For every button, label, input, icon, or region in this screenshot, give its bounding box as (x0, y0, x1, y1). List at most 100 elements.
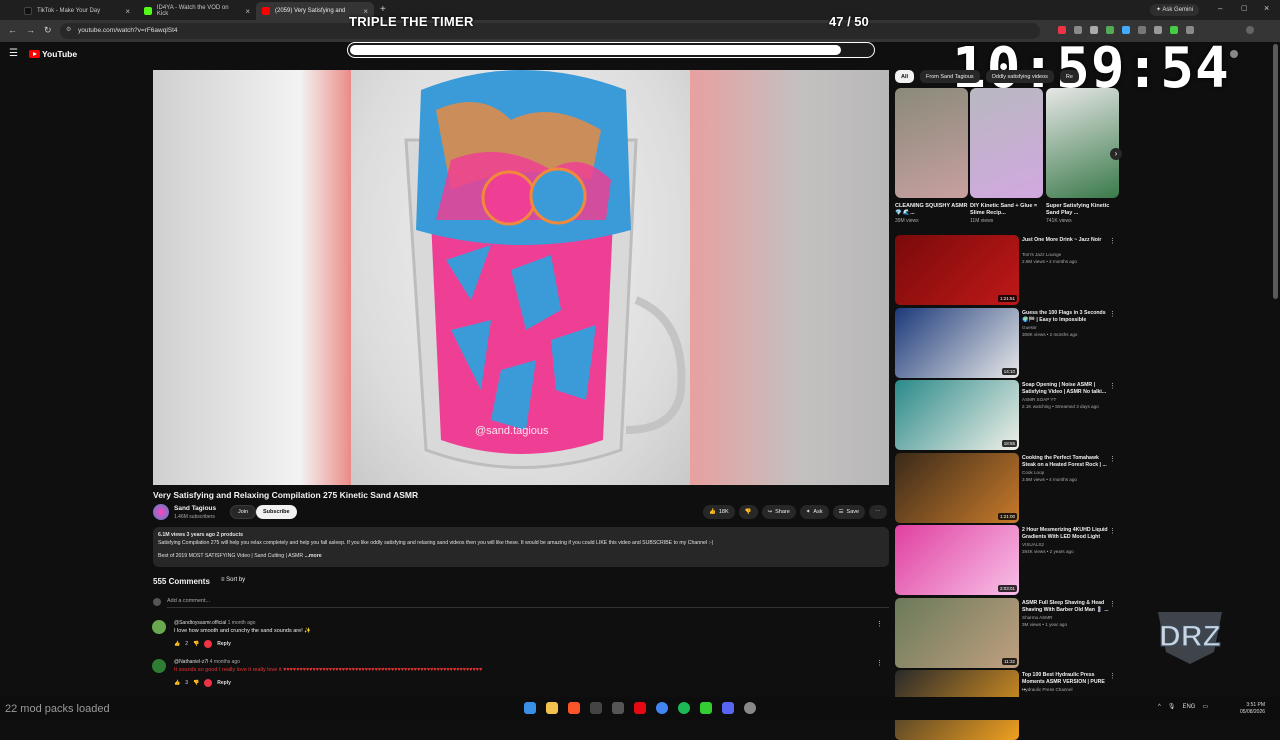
more-actions-button[interactable]: ⋯ (869, 505, 887, 519)
shorts-card[interactable]: DIY Kinetic Sand + Glue = Slime Recip...… (970, 88, 1043, 224)
profile-avatar[interactable] (1246, 26, 1254, 34)
more-menu-icon[interactable]: ⋮ (1109, 527, 1116, 535)
extension-icon[interactable] (1122, 26, 1130, 34)
more-menu-icon[interactable]: ⋮ (1109, 600, 1116, 608)
site-info-icon[interactable]: ⚙ (66, 26, 71, 33)
extension-icon[interactable] (1074, 26, 1082, 34)
close-icon[interactable]: × (125, 7, 130, 16)
file-explorer-icon[interactable] (546, 702, 558, 714)
chrome-icon[interactable] (656, 702, 668, 714)
more-menu-icon[interactable]: ⋮ (1109, 237, 1116, 245)
back-icon[interactable]: ← (8, 25, 17, 35)
thumbs-down-icon[interactable]: 👎 (193, 641, 199, 647)
start-icon[interactable] (524, 702, 536, 714)
comment-menu-icon[interactable]: ⋮ (876, 620, 883, 628)
ask-button[interactable]: ✦ Ask (799, 505, 829, 519)
netflix-icon[interactable] (634, 702, 646, 714)
chevron-right-icon[interactable]: › (1110, 148, 1122, 160)
menu-icon[interactable]: ☰ (9, 48, 18, 59)
video-channel[interactable]: VISUALS2 (1022, 542, 1044, 547)
comment-avatar[interactable] (152, 620, 166, 634)
reply-button[interactable]: Reply (217, 641, 231, 647)
app-icon[interactable] (590, 702, 602, 714)
recommended-video[interactable]: 18:55 Soap Opening | Noise ASMR | Satisfy… (895, 380, 1120, 450)
recommended-video[interactable]: 14:10 Guess the 100 Flags in 3 Seconds 🌍🏁… (895, 307, 1120, 378)
extension-icon[interactable] (1058, 26, 1066, 34)
language-indicator[interactable]: ENG (1182, 704, 1195, 710)
chip-related[interactable]: Re (1059, 70, 1079, 83)
video-channel[interactable]: Hydraulic Press Channel (1022, 687, 1073, 692)
spotify-icon[interactable] (678, 702, 690, 714)
chip-from-channel[interactable]: From Sand Tagious (920, 70, 980, 83)
reply-button[interactable]: Reply (217, 680, 231, 686)
ask-gemini-button[interactable]: ✦ Ask Gemini (1150, 4, 1200, 16)
network-icon[interactable]: ▭ (1202, 703, 1208, 710)
video-player[interactable] (153, 70, 889, 485)
minimize-button[interactable]: – (1218, 4, 1222, 13)
mic-icon[interactable]: 🎙 (1168, 703, 1176, 710)
brave-icon[interactable] (568, 702, 580, 714)
chip-all[interactable]: All (895, 70, 915, 83)
more-menu-icon[interactable]: ⋮ (1109, 672, 1116, 680)
chip-oddly-satisfying[interactable]: Oddly satisfying videos (985, 70, 1054, 83)
channel-name[interactable]: Sand Tagious (174, 505, 216, 512)
maximize-button[interactable]: ▢ (1241, 4, 1248, 12)
more-menu-icon[interactable]: ⋮ (1109, 382, 1116, 390)
app-icon[interactable] (700, 702, 712, 714)
dislike-button[interactable]: 👎 (738, 505, 758, 519)
notifications-icon[interactable] (1230, 50, 1238, 58)
video-channel[interactable]: Tom's Jazz Lounge (1022, 252, 1061, 257)
app-icon[interactable] (612, 702, 624, 714)
save-button[interactable]: ☰ Save (832, 505, 866, 519)
thumbs-down-icon[interactable]: 👎 (193, 680, 199, 686)
description-box[interactable]: 6.1M views 3 years ago 2 products Satisf… (153, 527, 889, 567)
clock-tray[interactable]: 3:51 PM 05/08/2026 (1240, 702, 1265, 716)
youtube-logo[interactable]: YouTube (29, 49, 77, 59)
close-window-button[interactable]: × (1264, 3, 1269, 13)
page-scrollbar[interactable] (1273, 44, 1278, 299)
join-button[interactable]: Join (230, 505, 257, 519)
recommended-video[interactable]: 1:21:51 Just One More Drink ~ Jazz Noir To… (895, 235, 1120, 305)
extension-icon[interactable] (1154, 26, 1162, 34)
video-channel[interactable]: Guessr (1022, 325, 1037, 330)
subscribe-button[interactable]: Subscribe (256, 505, 297, 519)
like-button[interactable]: 👍 18K (703, 505, 735, 519)
video-channel[interactable]: ASMR SOAP YT (1022, 397, 1056, 402)
shorts-card[interactable]: Super Satisfying Kinetic Sand Play ... 7… (1046, 88, 1119, 224)
tab-kick[interactable]: ID4YA - Watch the VOD on Kick × (138, 2, 256, 20)
share-button[interactable]: ↪ Share (761, 505, 796, 519)
discord-icon[interactable] (722, 702, 734, 714)
video-channel[interactable]: Cook Loop (1022, 470, 1044, 475)
close-icon[interactable]: × (245, 7, 250, 16)
add-comment-input[interactable]: Add a comment... (167, 598, 889, 608)
more-menu-icon[interactable]: ⋮ (1109, 455, 1116, 463)
comment-menu-icon[interactable]: ⋮ (876, 659, 883, 667)
channel-avatar[interactable] (153, 504, 169, 520)
steam-icon[interactable] (744, 702, 756, 714)
youtube-icon (262, 7, 270, 15)
video-channel[interactable]: Sharma ASMR (1022, 615, 1052, 620)
sort-button[interactable]: ≡ Sort by (221, 577, 245, 583)
extension-icon[interactable] (1170, 26, 1178, 34)
recommended-video[interactable]: 2:03:01 2 Hour Mesmerizing 4KUHD Liquid G… (895, 525, 1120, 595)
forward-icon[interactable]: → (26, 25, 35, 35)
comment-author[interactable]: @Sandtoysasmr.official (174, 620, 226, 626)
shorts-card[interactable]: CLEANING SQUISHY ASMR 💎 🌊... 39M views (895, 88, 968, 224)
description-meta: 6.1M views 3 years ago 2 products (158, 532, 244, 538)
description-more-link[interactable]: ...more (305, 553, 322, 559)
recommended-video[interactable]: 11:32 ASMR Full Sleep Shaving & Head Shav… (895, 597, 1120, 668)
recommended-video[interactable]: 1:21:00 Cooking the Perfect Tomahawk Stea… (895, 452, 1120, 523)
reload-icon[interactable]: ↻ (44, 25, 52, 36)
comment-avatar[interactable] (152, 659, 166, 673)
chevron-up-icon[interactable]: ^ (1158, 704, 1161, 710)
extension-icon[interactable] (1138, 26, 1146, 34)
extension-icon[interactable] (1186, 26, 1194, 34)
url-input[interactable]: youtube.com/watch?v=rF6awqlSt4 (60, 23, 1040, 39)
extension-icon[interactable] (1106, 26, 1114, 34)
thumbs-up-icon[interactable]: 👍 (174, 641, 180, 647)
extension-icon[interactable] (1090, 26, 1098, 34)
comment-author[interactable]: @Nathaniel-z7l (174, 659, 208, 665)
tab-tiktok[interactable]: TikTok - Make Your Day × (18, 2, 136, 20)
thumbs-up-icon[interactable]: 👍 (174, 680, 180, 686)
more-menu-icon[interactable]: ⋮ (1109, 310, 1116, 318)
